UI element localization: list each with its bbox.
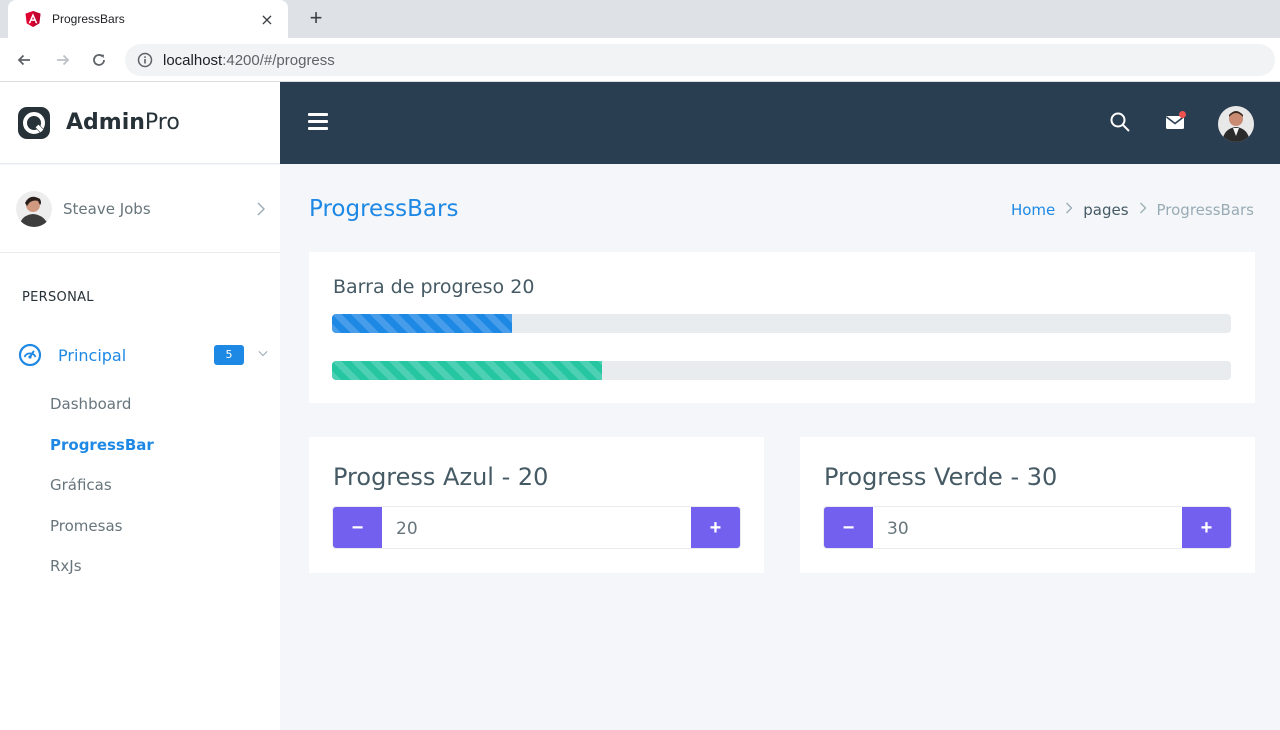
breadcrumb-pages[interactable]: pages xyxy=(1083,201,1128,219)
progress-bar-verde xyxy=(332,361,602,380)
sidebar-item-principal-label: Principal xyxy=(58,345,127,365)
profile-avatar[interactable] xyxy=(1218,106,1254,142)
url-host: localhost xyxy=(163,51,223,69)
count-badge: 5 xyxy=(214,345,244,365)
progress-azul-input[interactable] xyxy=(382,507,691,548)
top-navbar xyxy=(280,82,1280,164)
sidebar: Steave Jobs PERSONAL Principal 5 Dashboa… xyxy=(0,165,280,730)
progress-verde-input[interactable] xyxy=(873,507,1182,548)
sidebar-item-promesas[interactable]: Promesas xyxy=(50,517,122,535)
url-text: localhost:4200/#/progress xyxy=(163,52,335,69)
url-path: :4200/#/progress xyxy=(222,51,335,69)
browser-tab-strip: ProgressBars × + xyxy=(0,0,1280,38)
progress-verde-card: Progress Verde - 30 − + xyxy=(800,437,1255,573)
decrement-verde-button[interactable]: − xyxy=(824,507,873,548)
breadcrumb-separator-icon xyxy=(1065,202,1073,218)
decrement-azul-button[interactable]: − xyxy=(333,507,382,548)
user-name: Steave Jobs xyxy=(63,199,151,218)
increment-azul-button[interactable]: + xyxy=(691,507,740,548)
progress-track-verde xyxy=(332,361,1231,380)
nav-section-label: PERSONAL xyxy=(22,290,94,305)
breadcrumb: Home pages ProgressBars xyxy=(1011,201,1254,219)
url-bar[interactable]: localhost:4200/#/progress xyxy=(125,44,1275,76)
sidebar-item-dashboard[interactable]: Dashboard xyxy=(50,395,131,413)
chevron-down-icon xyxy=(258,348,268,362)
progress-verde-stepper: − + xyxy=(823,506,1232,549)
browser-tab[interactable]: ProgressBars × xyxy=(8,0,288,38)
reload-icon[interactable] xyxy=(87,48,111,72)
new-tab-button[interactable]: + xyxy=(303,6,329,32)
sidebar-user-profile[interactable]: Steave Jobs xyxy=(0,165,280,253)
page-title: ProgressBars xyxy=(309,196,459,222)
forward-arrow-icon[interactable] xyxy=(51,48,75,72)
progress-card: Barra de progreso 20 xyxy=(309,252,1255,403)
breadcrumb-separator-icon xyxy=(1139,202,1147,218)
info-icon[interactable] xyxy=(137,52,153,68)
progress-verde-title: Progress Verde - 30 xyxy=(824,463,1058,491)
gauge-icon xyxy=(18,343,42,367)
search-icon[interactable] xyxy=(1107,109,1133,135)
breadcrumb-home[interactable]: Home xyxy=(1011,201,1055,219)
sidebar-item-principal[interactable]: Principal 5 xyxy=(18,343,268,367)
tab-close-icon[interactable]: × xyxy=(258,10,276,29)
brand-name: AdminPro xyxy=(66,110,180,135)
hamburger-icon[interactable] xyxy=(308,113,328,131)
sidebar-item-rxjs[interactable]: RxJs xyxy=(50,557,82,575)
tab-title: ProgressBars xyxy=(52,12,125,26)
progress-track-azul xyxy=(332,314,1231,333)
progress-azul-title: Progress Azul - 20 xyxy=(333,463,549,491)
angular-icon xyxy=(24,10,42,28)
brand-name-bold: Admin xyxy=(66,110,145,135)
sidebar-item-progressbar[interactable]: ProgressBar xyxy=(50,436,154,454)
user-avatar xyxy=(16,190,52,227)
brand-name-light: Pro xyxy=(144,110,180,135)
breadcrumb-current: ProgressBars xyxy=(1156,201,1254,219)
sidebar-item-graficas[interactable]: Gráficas xyxy=(50,476,112,494)
notification-dot xyxy=(1179,111,1186,118)
back-arrow-icon[interactable] xyxy=(12,48,36,72)
increment-verde-button[interactable]: + xyxy=(1182,507,1231,548)
progress-card-title: Barra de progreso 20 xyxy=(333,276,535,298)
brand-header[interactable]: AdminPro xyxy=(0,82,280,164)
chevron-right-icon xyxy=(256,202,266,216)
browser-toolbar: localhost:4200/#/progress xyxy=(0,38,1280,82)
mail-icon[interactable] xyxy=(1162,109,1188,135)
progress-azul-card: Progress Azul - 20 − + xyxy=(309,437,764,573)
progress-bar-azul xyxy=(332,314,512,333)
progress-azul-stepper: − + xyxy=(332,506,741,549)
adminpro-logo-icon xyxy=(16,105,52,141)
